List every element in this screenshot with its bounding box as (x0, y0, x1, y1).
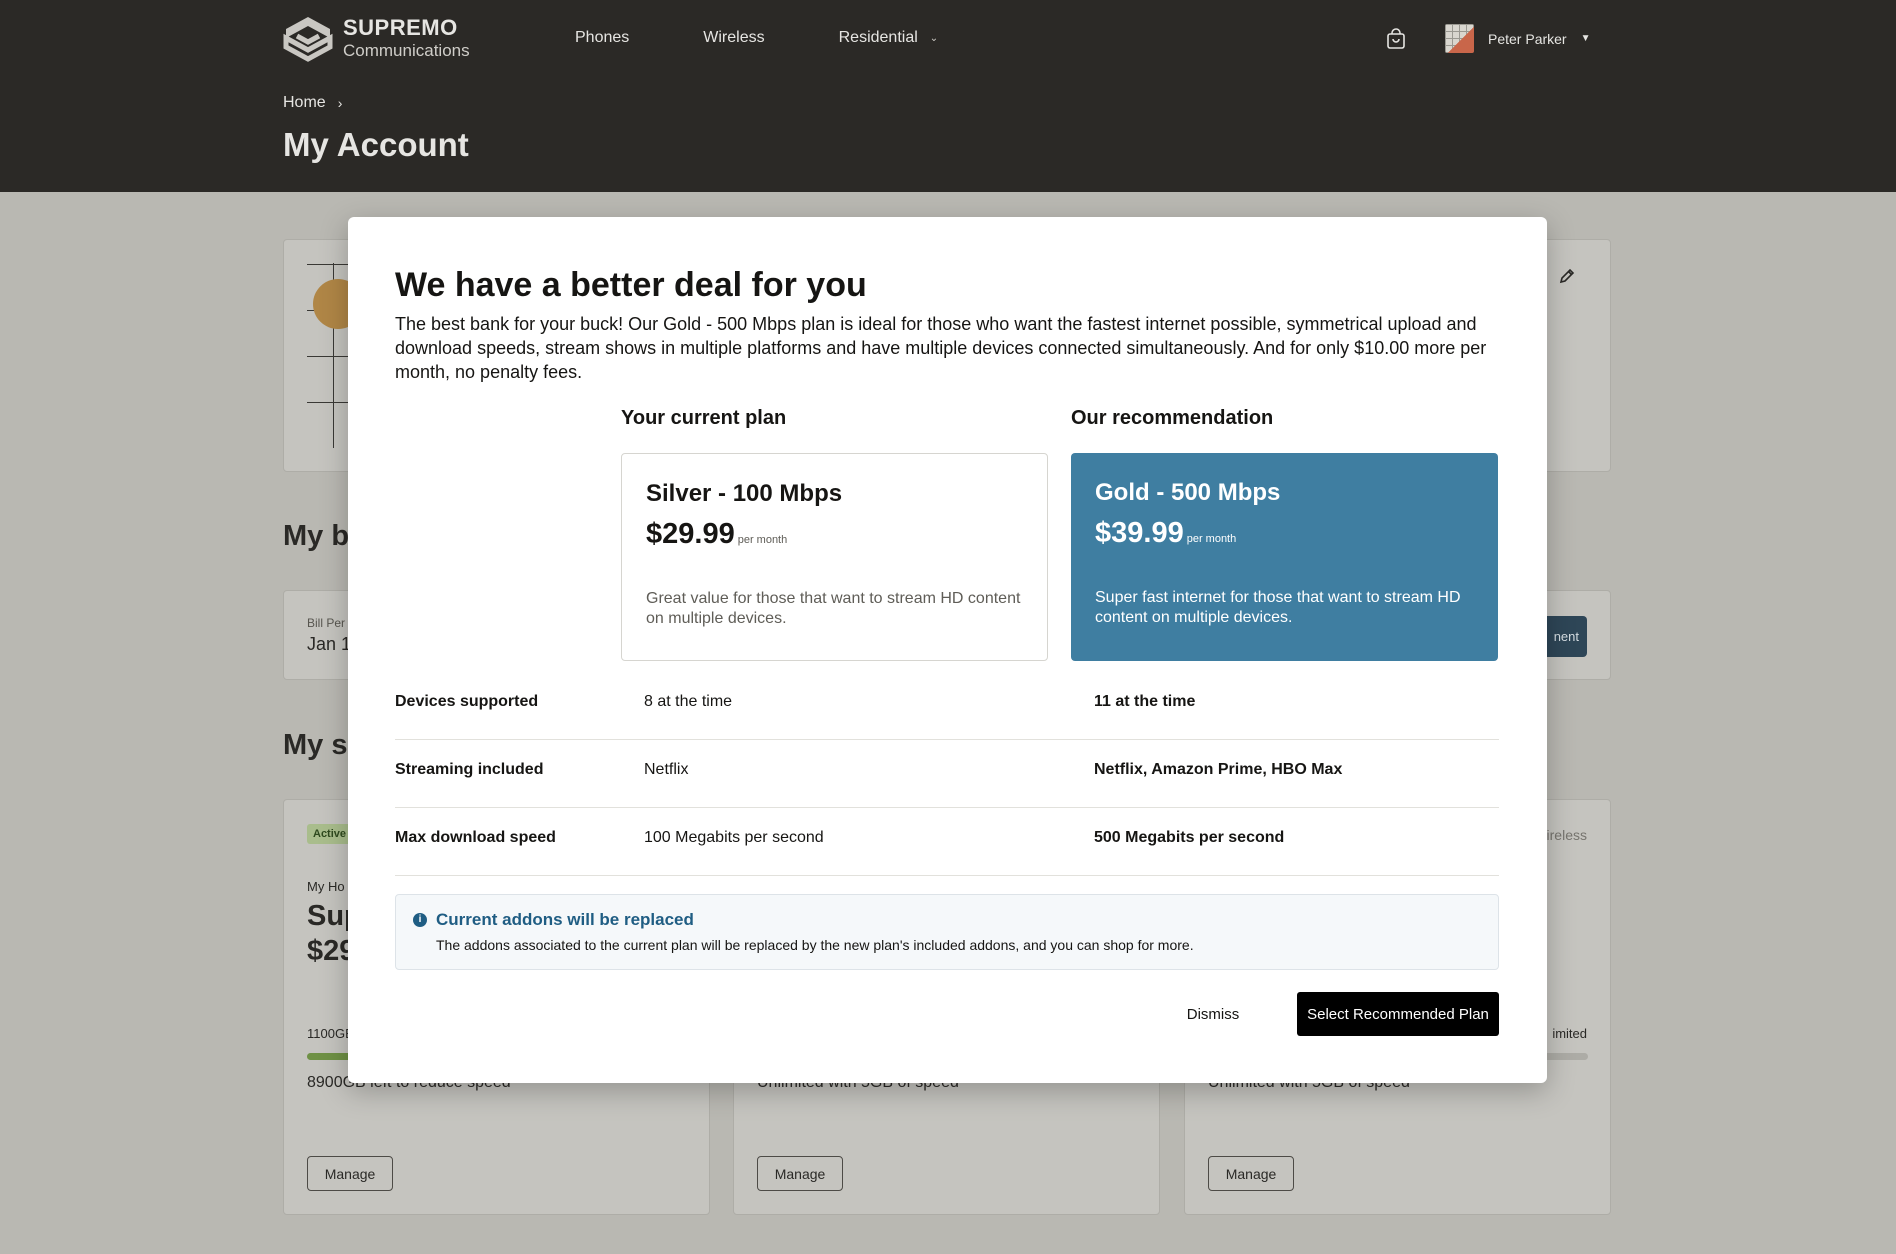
select-recommended-plan-button[interactable]: Select Recommended Plan (1297, 992, 1499, 1036)
service-usage: 1100GB (307, 1026, 354, 1041)
dismiss-button[interactable]: Dismiss (1168, 992, 1258, 1036)
usage-bar-fill (307, 1053, 353, 1060)
billing-heading: My b (283, 520, 350, 552)
comparison-current-value: 8 at the time (644, 693, 733, 710)
manage-button[interactable]: Manage (1208, 1156, 1294, 1191)
upgrade-offer-modal: We have a better deal for you The best b… (348, 217, 1547, 1083)
plan-name: Gold - 500 Mbps (1095, 479, 1281, 506)
caret-down-icon: ▼ (1580, 33, 1591, 44)
breadcrumb: Home › (283, 94, 342, 112)
comparison-row-devices: Devices supported 8 at the time 11 at th… (395, 672, 1499, 740)
comparison-label: Devices supported (395, 693, 539, 710)
plan-price-period: per month (737, 534, 788, 546)
comparison-label: Max download speed (395, 829, 556, 846)
nav-wireless[interactable]: Wireless (703, 29, 764, 47)
plan-price-amount: $29.99 (646, 518, 735, 550)
main-nav: Phones Wireless Residential ⌄ (575, 29, 1012, 47)
page-title: My Account (283, 126, 469, 163)
breadcrumb-home[interactable]: Home (283, 94, 326, 112)
comparison-label: Streaming included (395, 761, 544, 778)
service-category: ireless (1546, 827, 1587, 843)
plan-price-amount: $39.99 (1095, 517, 1184, 549)
bill-period-label: Bill Per (307, 616, 346, 630)
notice-text: The addons associated to the current pla… (436, 937, 1194, 953)
plan-name: Silver - 100 Mbps (646, 480, 843, 507)
pencil-edit-icon[interactable] (1558, 267, 1576, 285)
comparison-recommended-value: Netflix, Amazon Prime, HBO Max (1094, 761, 1343, 778)
chevron-right-icon: › (337, 95, 343, 111)
top-header: SUPREMO Communications Phones Wireless R… (0, 0, 1896, 192)
user-name: Peter Parker (1488, 30, 1567, 47)
current-plan-card: Silver - 100 Mbps $29.99 per month Great… (621, 453, 1048, 661)
comparison-row-speed: Max download speed 100 Megabits per seco… (395, 808, 1499, 876)
nav-phones-label: Phones (575, 29, 630, 46)
chevron-down-icon: ⌄ (929, 32, 939, 44)
avatar (1445, 24, 1474, 53)
nav-phones[interactable]: Phones (575, 29, 629, 47)
plan-price-period: per month (1186, 533, 1237, 545)
comparison-row-streaming: Streaming included Netflix Netflix, Amaz… (395, 740, 1499, 808)
shopping-bag-icon[interactable] (1385, 28, 1407, 50)
current-plan-heading: Your current plan (621, 407, 787, 429)
user-menu[interactable]: Peter Parker ▼ (1445, 24, 1591, 53)
modal-title: We have a better deal for you (395, 266, 867, 304)
comparison-recommended-value: 11 at the time (1094, 693, 1196, 710)
addons-notice: i Current addons will be replaced The ad… (395, 894, 1499, 970)
plan-price: $39.99 per month (1095, 517, 1236, 550)
plan-price: $29.99 per month (646, 518, 787, 551)
service-usage: imited (1552, 1026, 1587, 1041)
comparison-recommended-value: 500 Megabits per second (1094, 829, 1285, 846)
plan-description: Super fast internet for those that want … (1095, 589, 1461, 626)
make-payment-label: nent (1553, 629, 1579, 644)
status-badge: Active (307, 824, 353, 844)
comparison-current-value: 100 Megabits per second (644, 829, 824, 846)
bill-period-date: Jan 1 (307, 634, 352, 654)
services-heading: My s (283, 729, 348, 761)
nav-residential-label: Residential (838, 29, 918, 46)
brand-subtitle: Communications (343, 41, 470, 60)
recommendation-heading: Our recommendation (1071, 407, 1274, 429)
service-subtitle: My Ho (307, 879, 345, 894)
notice-title: Current addons will be replaced (436, 910, 694, 929)
modal-description: The best bank for your buck! Our Gold - … (395, 314, 1487, 382)
nav-wireless-label: Wireless (703, 29, 765, 46)
info-icon: i (413, 913, 427, 927)
supremo-logo-icon (283, 17, 333, 62)
recommended-plan-card[interactable]: Gold - 500 Mbps $39.99 per month Super f… (1071, 453, 1498, 661)
brand-name: SUPREMO (343, 15, 458, 40)
brand-logo[interactable]: SUPREMO Communications (283, 14, 470, 62)
nav-residential[interactable]: Residential ⌄ (839, 29, 939, 47)
manage-button[interactable]: Manage (757, 1156, 843, 1191)
plan-description: Great value for those that want to strea… (646, 590, 1021, 627)
comparison-current-value: Netflix (644, 761, 689, 778)
manage-button[interactable]: Manage (307, 1156, 393, 1191)
